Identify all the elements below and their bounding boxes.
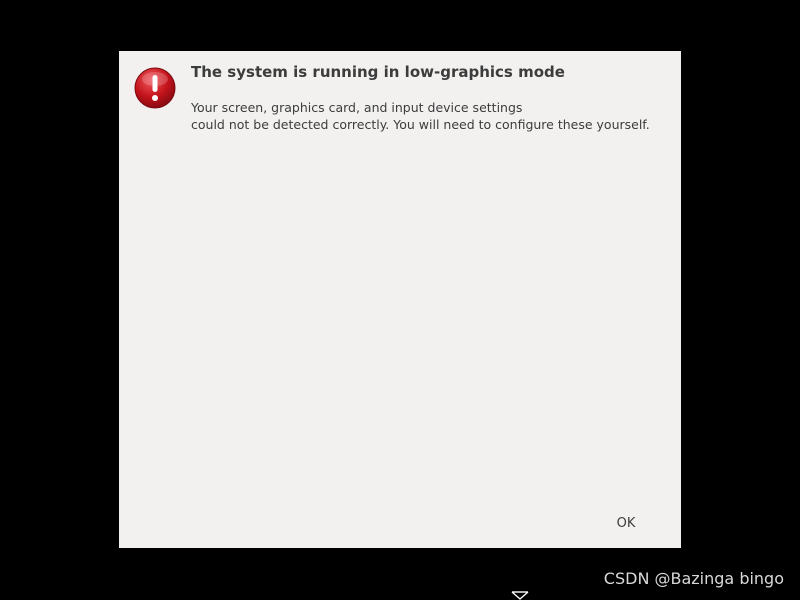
low-graphics-dialog: The system is running in low-graphics mo… [119, 51, 681, 548]
alert-icon [134, 67, 176, 109]
dialog-message-line1: Your screen, graphics card, and input de… [191, 100, 523, 115]
cursor-icon [511, 591, 529, 600]
dialog-message: Your screen, graphics card, and input de… [191, 99, 650, 133]
watermark-text: CSDN @Bazinga bingo [603, 569, 784, 588]
dialog-message-line2: could not be detected correctly. You wil… [191, 117, 650, 132]
dialog-title: The system is running in low-graphics mo… [191, 63, 565, 81]
desktop-screen: The system is running in low-graphics mo… [0, 0, 800, 600]
ok-button[interactable]: OK [599, 509, 653, 537]
